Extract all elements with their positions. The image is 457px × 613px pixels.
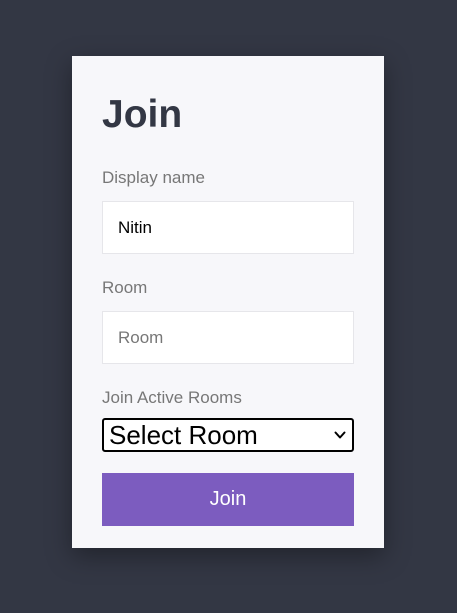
join-button[interactable]: Join [102,473,354,526]
display-name-label: Display name [102,168,205,187]
room-label: Room [102,278,148,297]
display-name-input[interactable] [102,201,354,254]
join-card: Join Display name Room Join Active Rooms… [72,56,384,548]
active-rooms-label: Join Active Rooms [102,388,242,407]
active-rooms-select[interactable]: Select Room [102,418,354,452]
page-title: Join [102,93,183,136]
room-input[interactable] [102,311,354,364]
select-value: Select Room [109,420,258,450]
chevron-down-icon [334,431,346,439]
